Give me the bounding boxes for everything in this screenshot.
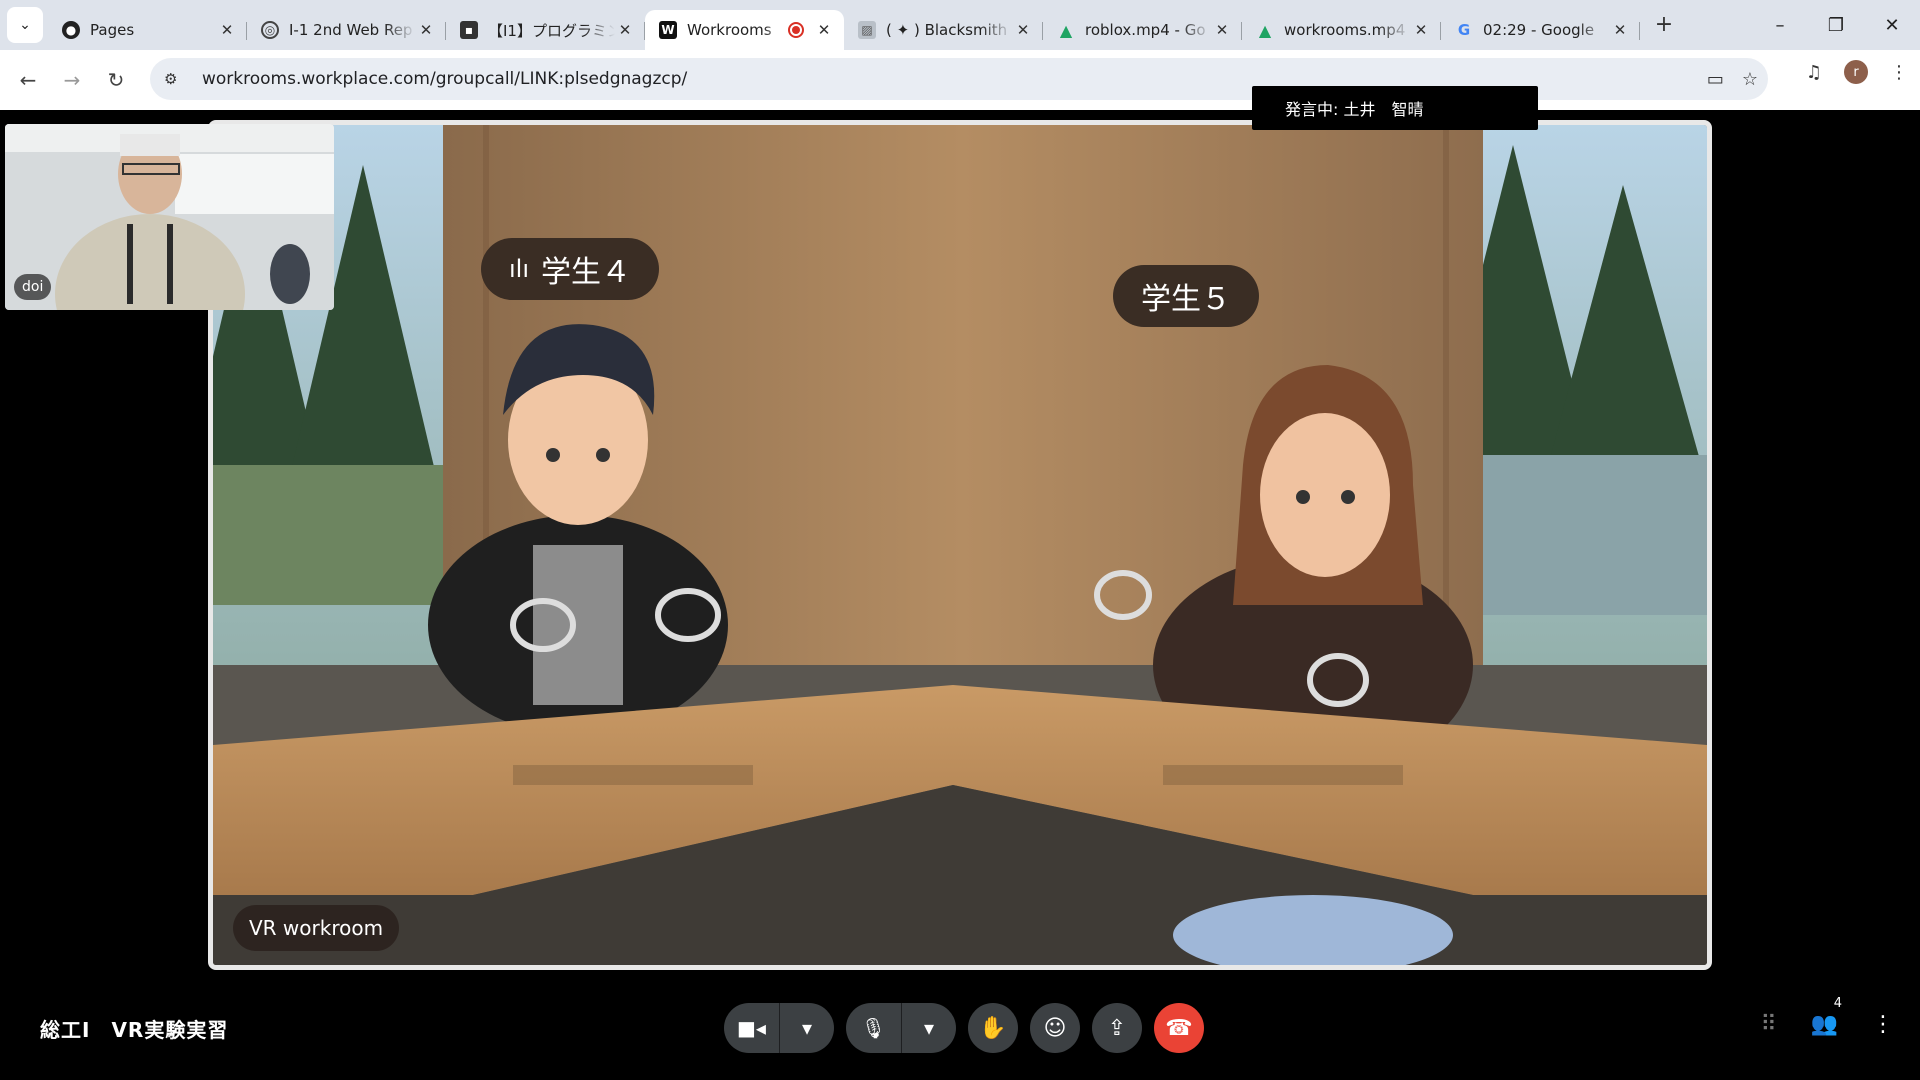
reload-icon: ↻ <box>107 68 125 92</box>
url-text[interactable]: workrooms.workplace.com/groupcall/LINK:p… <box>202 69 687 89</box>
google-g-icon: G <box>1457 21 1471 39</box>
hand-icon: ✋ <box>979 1015 1007 1041</box>
profile-avatar[interactable]: r <box>1844 60 1868 84</box>
vr-name-tag-left: ılı 学生４ <box>481 238 660 300</box>
tab-title: I-1 2nd Web Rep <box>289 21 413 39</box>
tab-roblox[interactable]: ▲ roblox.mp4 - Go ✕ <box>1043 10 1242 50</box>
restore-icon: ❐ <box>1827 14 1845 36</box>
tab-google[interactable]: G 02:29 - Google ✕ <box>1441 10 1640 50</box>
globe-icon: ◎ <box>261 21 279 39</box>
tab-title: Pages <box>90 21 135 39</box>
tab-title: roblox.mp4 - Go <box>1085 21 1206 39</box>
call-controls: ■◂ ▾ 🎙 ▾ ✋ ☺ ⇪ ☎ <box>724 1003 1204 1053</box>
people-icon: 👥 <box>1810 1012 1838 1037</box>
arrow-right-icon: → <box>63 68 81 92</box>
main-video-tile[interactable]: ılı 学生４ 学生５ VR workroom <box>208 120 1712 970</box>
share-upload-icon: ⇪ <box>1107 1015 1127 1041</box>
more-menu-icon[interactable]: ⋮ <box>1890 62 1908 83</box>
more-options-icon[interactable]: ⋮ <box>1872 1012 1894 1037</box>
reload-button[interactable]: ↻ <box>96 60 136 100</box>
plus-icon: + <box>1654 11 1674 37</box>
arrow-left-icon: ← <box>19 68 37 92</box>
raise-hand-button[interactable]: ✋ <box>968 1003 1018 1053</box>
tab-web-report[interactable]: ◎ I-1 2nd Web Rep ✕ <box>247 10 446 50</box>
contact-card-icon: ▪ <box>460 21 478 39</box>
vr-tag-label: 学生４ <box>541 255 632 290</box>
tab-blacksmith[interactable]: ▨ ( ✦ ) Blacksmith ✕ <box>844 10 1043 50</box>
camera-button[interactable]: ■◂ <box>724 1003 779 1053</box>
tab-pages[interactable]: ● Pages ✕ <box>48 10 247 50</box>
meeting-title: 総工Ⅰ VR実験実習 <box>40 1018 229 1042</box>
self-view-tile[interactable]: doi <box>5 124 334 310</box>
microphone-icon: 🎙 <box>860 1016 887 1040</box>
recording-icon <box>788 22 804 38</box>
microphone-options-button[interactable]: ▾ <box>901 1003 956 1053</box>
chevron-down-icon: ⌄ <box>19 17 31 33</box>
participant-count: 4 <box>1833 996 1842 1011</box>
self-view-name: doi <box>14 274 52 300</box>
tab-close-icon[interactable]: ✕ <box>1212 20 1232 40</box>
new-tab-button[interactable]: + <box>1646 6 1682 42</box>
tab-search-button[interactable]: ⌄ <box>7 7 43 43</box>
back-button[interactable]: ← <box>8 60 48 100</box>
grid-layout-icon[interactable]: ⠿ <box>1760 1012 1776 1037</box>
tab-close-icon[interactable]: ✕ <box>1610 20 1630 40</box>
site-info-icon[interactable]: ⚙ <box>164 70 190 88</box>
media-control-icon[interactable]: ♫ <box>1806 62 1822 83</box>
main-tile-name: VR workroom <box>233 905 400 951</box>
caret-down-icon: ▾ <box>923 1016 935 1040</box>
tab-title: ( ✦ ) Blacksmith <box>886 21 1008 39</box>
tab-title: 02:29 - Google <box>1483 21 1595 39</box>
tab-list: ● Pages ✕ ◎ I-1 2nd Web Rep ✕ ▪ 【I1】プログラ… <box>48 0 1640 50</box>
vr-scene-image <box>213 125 1707 965</box>
tab-close-icon[interactable]: ✕ <box>814 20 834 40</box>
close-window-button[interactable]: ✕ <box>1864 0 1920 50</box>
restore-button[interactable]: ❐ <box>1808 0 1864 50</box>
google-drive-icon: ▲ <box>1258 20 1272 40</box>
microphone-active-icon: ılı <box>509 255 530 283</box>
camera-options-button[interactable]: ▾ <box>779 1003 834 1053</box>
workrooms-w-icon: W <box>659 21 677 39</box>
mic-control-group: 🎙 ▾ <box>846 1003 956 1053</box>
tab-close-icon[interactable]: ✕ <box>1013 20 1033 40</box>
github-icon: ● <box>62 21 80 39</box>
self-view-image <box>5 124 334 310</box>
tab-programming[interactable]: ▪ 【I1】プログラミング ✕ <box>446 10 645 50</box>
close-icon: ✕ <box>1884 14 1900 36</box>
minimize-button[interactable]: – <box>1752 0 1808 50</box>
browser-toolbar: ← → ↻ ⚙ workrooms.workplace.com/groupcal… <box>0 50 1920 110</box>
camera-icon: ■◂ <box>737 1016 766 1040</box>
vr-tag-label: 学生５ <box>1141 282 1231 317</box>
bottom-right-controls: ⠿ 👥 4 ⋮ <box>1760 996 1894 1037</box>
tab-strip: ⌄ ● Pages ✕ ◎ I-1 2nd Web Rep ✕ ▪ 【I1】プロ… <box>0 0 1920 50</box>
tab-title: Workrooms <box>687 21 772 39</box>
reactions-button[interactable]: ☺ <box>1030 1003 1080 1053</box>
vr-name-tag-right: 学生５ <box>1113 265 1259 327</box>
participants-button[interactable]: 👥 4 <box>1810 996 1842 1037</box>
smiley-icon: ☺ <box>1043 1015 1067 1041</box>
microphone-button[interactable]: 🎙 <box>846 1003 901 1053</box>
tab-close-icon[interactable]: ✕ <box>217 20 237 40</box>
image-icon: ▨ <box>858 21 876 39</box>
tab-close-icon[interactable]: ✕ <box>615 20 635 40</box>
tab-close-icon[interactable]: ✕ <box>1411 20 1431 40</box>
toolbar-right: ♫ r ⋮ <box>1806 60 1908 84</box>
hang-up-icon: ☎ <box>1165 1015 1193 1041</box>
active-speaker-label: 発言中: 土井 智晴 <box>1252 86 1538 130</box>
forward-button[interactable]: → <box>52 60 92 100</box>
tab-workrooms[interactable]: W Workrooms ✕ <box>645 10 844 50</box>
caret-down-icon: ▾ <box>801 1016 813 1040</box>
minimize-icon: – <box>1775 14 1785 36</box>
bookmark-star-icon[interactable]: ☆ <box>1742 69 1758 90</box>
camera-control-group: ■◂ ▾ <box>724 1003 834 1053</box>
camera-in-use-icon[interactable]: ▭ <box>1707 69 1724 90</box>
google-drive-icon: ▲ <box>1059 20 1073 40</box>
end-call-button[interactable]: ☎ <box>1154 1003 1204 1053</box>
tab-title: 【I1】プログラミング <box>488 21 615 40</box>
window-controls: – ❐ ✕ <box>1752 0 1920 50</box>
tab-workrooms-mp4[interactable]: ▲ workrooms.mp4 ✕ <box>1242 10 1441 50</box>
tab-title: workrooms.mp4 <box>1284 21 1406 39</box>
tab-close-icon[interactable]: ✕ <box>416 20 436 40</box>
share-screen-button[interactable]: ⇪ <box>1092 1003 1142 1053</box>
